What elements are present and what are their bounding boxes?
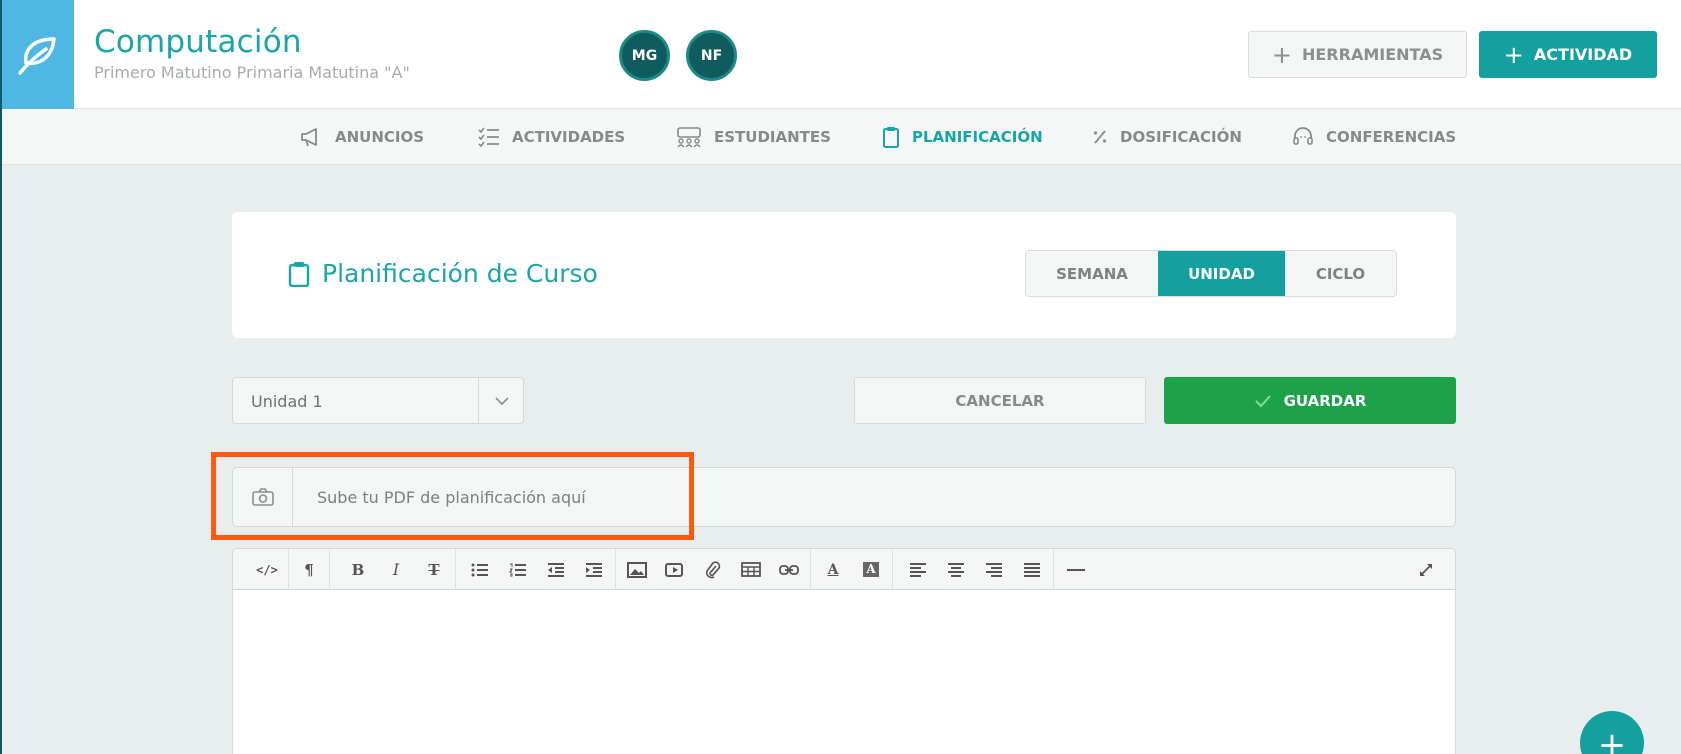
align-right-icon[interactable]	[977, 549, 1011, 590]
period-segmented-control: SEMANA UNIDAD CICLO	[1025, 250, 1397, 297]
toolbar-divider	[1053, 549, 1054, 590]
align-justify-icon[interactable]	[1015, 549, 1049, 590]
font-color-icon[interactable]: A	[816, 549, 850, 590]
plus-icon: +	[1503, 40, 1524, 69]
code-view-icon[interactable]: </>	[250, 549, 284, 590]
planning-title: Planificación de Curso	[288, 259, 598, 288]
chevron-down-icon	[495, 397, 509, 406]
link-icon[interactable]	[772, 549, 806, 590]
table-icon[interactable]	[734, 549, 768, 590]
planning-card: Planificación de Curso SEMANA UNIDAD CIC…	[232, 212, 1456, 338]
bold-icon[interactable]: B	[341, 549, 375, 590]
megaphone-icon	[301, 128, 317, 147]
editor-toolbar: </> ¶ B I T A A	[233, 549, 1455, 590]
header: Computación Primero Matutino Primaria Ma…	[0, 0, 1681, 109]
plus-icon: +	[1597, 725, 1627, 754]
fullscreen-icon[interactable]	[1409, 549, 1443, 590]
activity-label: ACTIVIDAD	[1533, 45, 1633, 64]
avatar-nf[interactable]: NF	[686, 30, 737, 81]
nav-item-anuncios[interactable]: ANUNCIOS	[299, 109, 424, 165]
floating-add-button[interactable]: +	[1580, 711, 1644, 754]
nav-label: DOSIFICACIÓN	[1120, 128, 1242, 146]
nav-item-dosificacion[interactable]: DOSIFICACIÓN	[1092, 109, 1242, 165]
segment-unidad[interactable]: UNIDAD	[1158, 251, 1285, 296]
italic-icon[interactable]: I	[379, 549, 413, 590]
upload-placeholder: Sube tu PDF de planificación aquí	[317, 488, 586, 507]
rich-text-editor[interactable]: </> ¶ B I T A A	[232, 548, 1456, 754]
toolbar-divider	[329, 549, 330, 590]
percent-icon	[1093, 130, 1107, 144]
clipboard-icon	[883, 127, 899, 148]
nav-label: CONFERENCIAS	[1326, 128, 1457, 146]
segment-semana[interactable]: SEMANA	[1026, 251, 1158, 296]
tools-button[interactable]: + HERRAMIENTAS	[1248, 31, 1467, 78]
course-subtitle: Primero Matutino Primaria Matutina "A"	[94, 63, 410, 82]
video-icon[interactable]	[658, 549, 692, 590]
nav-item-actividades[interactable]: ACTIVIDADES	[478, 109, 625, 165]
plus-icon: +	[1271, 40, 1292, 69]
unit-select-value: Unidad 1	[251, 392, 323, 411]
planning-title-text: Planificación de Curso	[322, 259, 598, 288]
nav-label: ESTUDIANTES	[714, 128, 831, 146]
headset-icon	[1293, 127, 1313, 145]
course-title: Computación	[94, 24, 302, 60]
nav-item-planificacion[interactable]: PLANIFICACIÓN	[882, 109, 1043, 165]
strikethrough-icon[interactable]: T	[417, 549, 451, 590]
toolbar-divider	[615, 549, 616, 590]
nav-label: ANUNCIOS	[335, 128, 425, 146]
save-button[interactable]: GUARDAR	[1164, 377, 1456, 424]
nav-label: PLANIFICACIÓN	[912, 128, 1043, 146]
bulleted-list-icon[interactable]	[463, 549, 497, 590]
background-color-icon[interactable]: A	[854, 549, 888, 590]
nav-item-estudiantes[interactable]: ESTUDIANTES	[676, 109, 831, 165]
select-divider	[478, 378, 479, 423]
check-icon	[1254, 394, 1271, 407]
numbered-list-icon[interactable]	[501, 549, 535, 590]
add-activity-button[interactable]: + ACTIVIDAD	[1479, 31, 1657, 78]
students-icon	[677, 127, 701, 148]
save-label: GUARDAR	[1283, 391, 1367, 410]
toolbar-divider	[288, 549, 289, 590]
unit-select[interactable]: Unidad 1	[232, 377, 524, 424]
camera-icon[interactable]	[233, 468, 293, 526]
cancel-button[interactable]: CANCELAR	[854, 377, 1146, 424]
avatar-mg[interactable]: MG	[619, 30, 670, 81]
indent-icon[interactable]	[577, 549, 611, 590]
course-nav: ANUNCIOS ACTIVIDADES ESTUDIANTES PLANIFI…	[0, 109, 1681, 165]
align-left-icon[interactable]	[901, 549, 935, 590]
checklist-icon	[478, 127, 499, 148]
segment-ciclo[interactable]: CICLO	[1285, 251, 1396, 296]
horizontal-rule-icon[interactable]	[1059, 549, 1093, 590]
toolbar-divider	[810, 549, 811, 590]
paragraph-icon[interactable]: ¶	[292, 549, 326, 590]
tools-label: HERRAMIENTAS	[1301, 45, 1444, 64]
toolbar-divider	[455, 549, 456, 590]
left-edge	[0, 0, 2, 754]
outdent-icon[interactable]	[539, 549, 573, 590]
nav-label: ACTIVIDADES	[512, 128, 626, 146]
toolbar-divider	[892, 549, 893, 590]
pdf-upload-field[interactable]: Sube tu PDF de planificación aquí	[232, 467, 1456, 527]
align-center-icon[interactable]	[939, 549, 973, 590]
image-icon[interactable]	[620, 549, 654, 590]
nav-item-conferencias[interactable]: CONFERENCIAS	[1292, 109, 1456, 165]
attachment-icon[interactable]	[696, 549, 730, 590]
clipboard-icon	[288, 261, 310, 287]
leaf-logo-icon[interactable]	[2, 0, 74, 109]
